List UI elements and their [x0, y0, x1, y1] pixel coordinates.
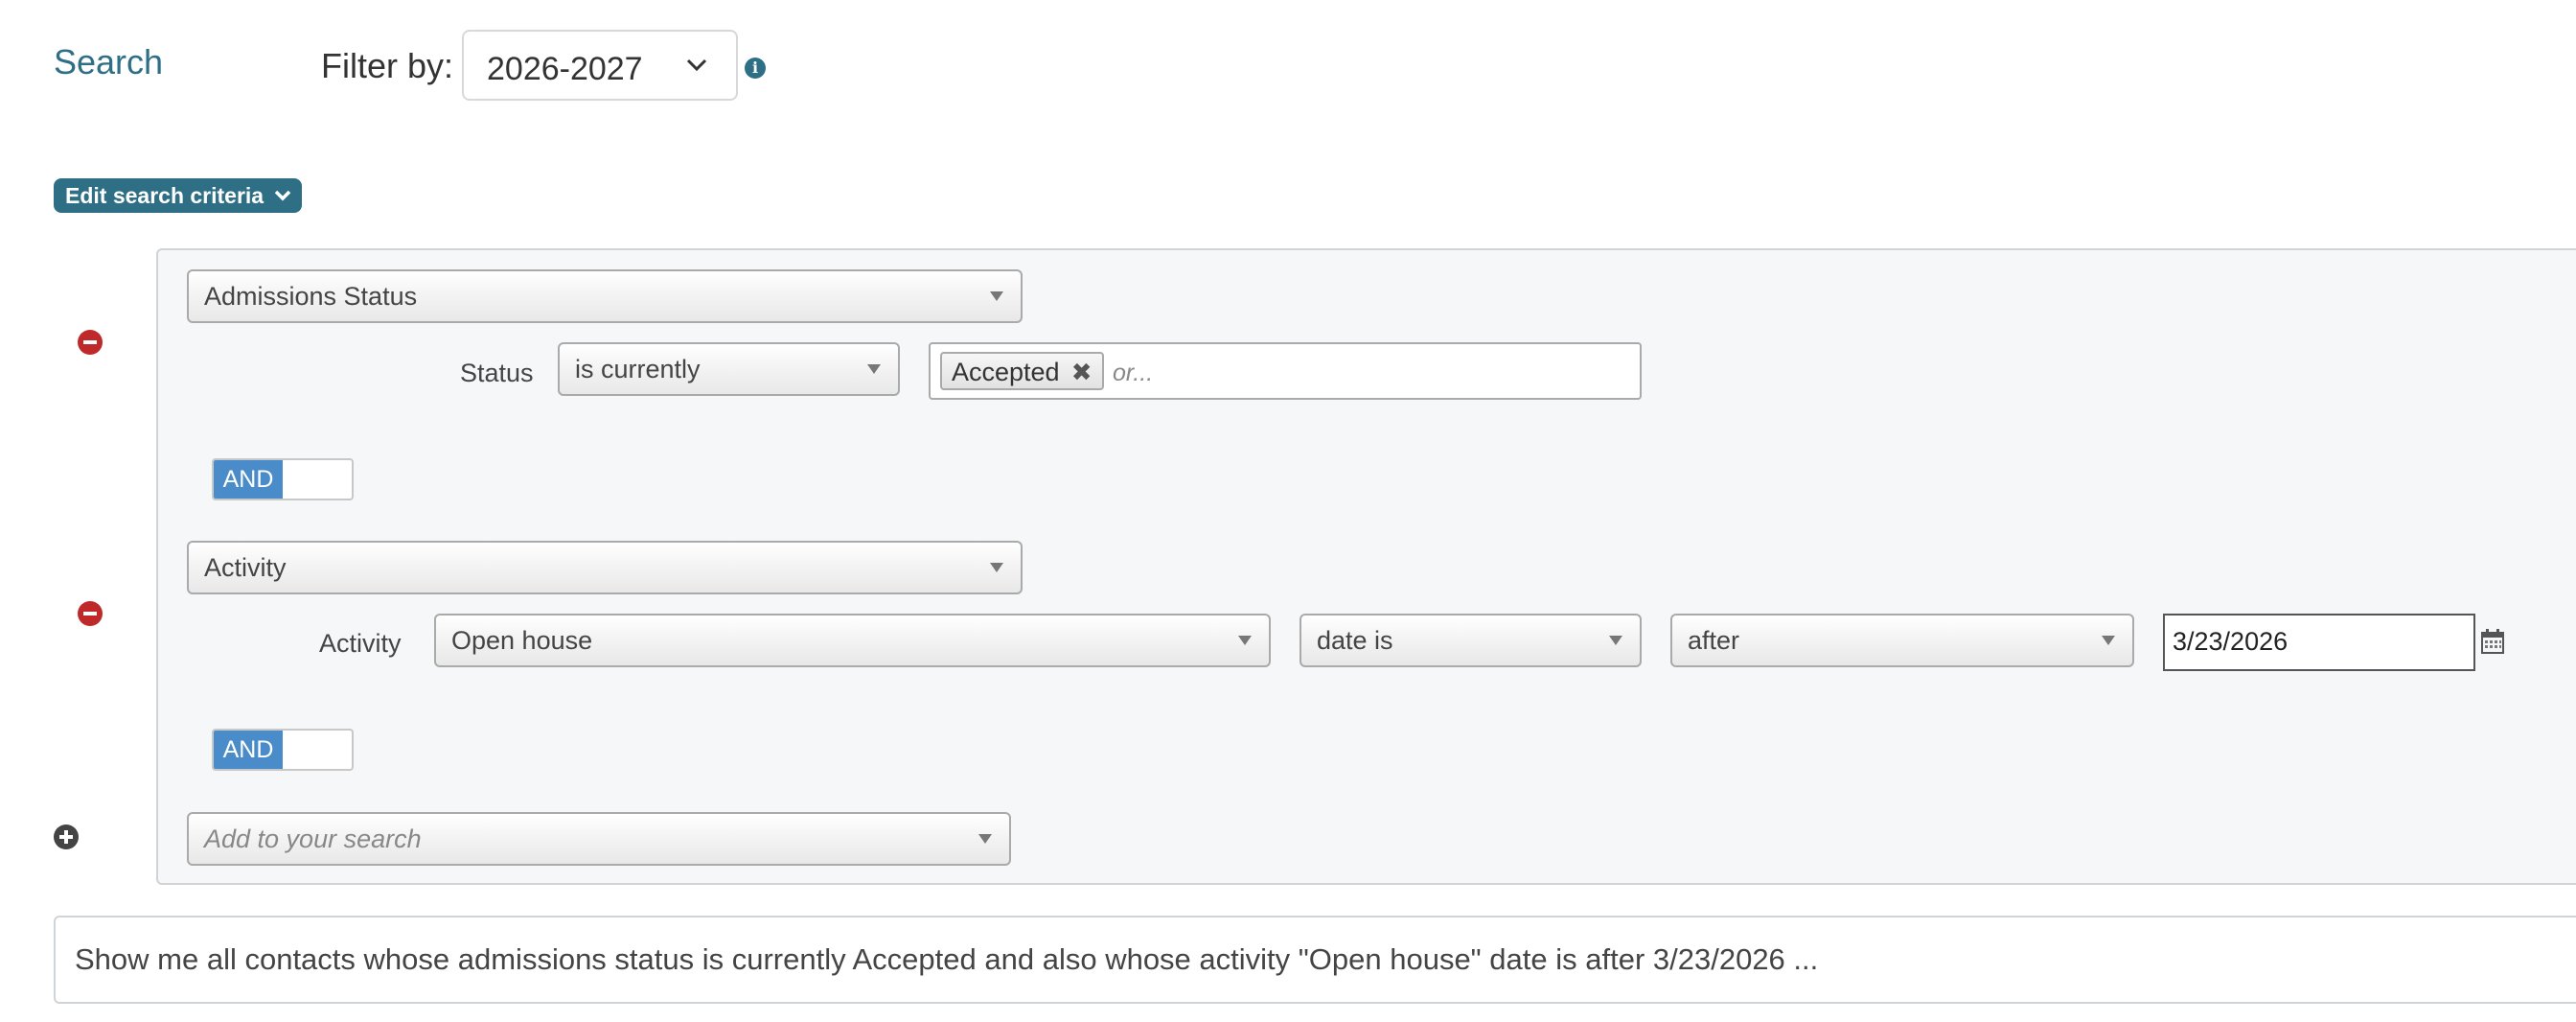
edit-search-criteria-label: Edit search criteria: [65, 183, 264, 208]
year-filter-value: 2026-2027: [487, 51, 643, 87]
criterion-field-select[interactable]: Activity: [187, 541, 1023, 594]
calendar-icon[interactable]: [2481, 629, 2504, 654]
dropdown-caret-icon: [1609, 636, 1622, 645]
info-icon[interactable]: i: [745, 58, 766, 79]
dropdown-caret-icon: [990, 563, 1003, 572]
and-toggle-label: AND: [214, 460, 283, 499]
and-or-toggle[interactable]: AND: [212, 458, 354, 500]
chevron-down-icon: [274, 190, 291, 201]
remove-criterion-icon[interactable]: [78, 330, 103, 355]
activity-value: Open house: [451, 626, 593, 655]
activity-label: Activity: [319, 629, 402, 658]
edit-search-criteria-button[interactable]: Edit search criteria: [54, 178, 303, 213]
comparison-value: after: [1688, 626, 1740, 655]
tag-label: Accepted: [952, 358, 1060, 386]
comparison-select[interactable]: after: [1670, 614, 2134, 667]
status-operator-value: is currently: [575, 355, 701, 383]
year-filter-select[interactable]: 2026-2027: [462, 30, 738, 101]
filter-label: Filter by:: [321, 46, 454, 85]
criterion-field-value: Activity: [204, 553, 287, 582]
page-title: Search: [54, 42, 164, 81]
add-criterion-select[interactable]: Add to your search: [187, 812, 1011, 866]
and-or-toggle[interactable]: AND: [212, 729, 354, 771]
tag-remove-icon[interactable]: ✖: [1071, 358, 1092, 387]
date-input[interactable]: 3/23/2026: [2163, 614, 2475, 671]
remove-criterion-icon[interactable]: [78, 601, 103, 626]
add-criterion-icon[interactable]: [54, 825, 79, 849]
search-summary: Show me all contacts whose admissions st…: [54, 916, 2576, 1004]
status-values-input[interactable]: Accepted ✖ or...: [929, 342, 1642, 400]
criterion-field-select[interactable]: Admissions Status: [187, 269, 1023, 323]
dropdown-caret-icon: [990, 291, 1003, 301]
status-operator-select[interactable]: is currently: [558, 342, 900, 396]
dropdown-caret-icon: [978, 834, 992, 844]
dropdown-caret-icon: [867, 364, 881, 374]
criterion-field-value: Admissions Status: [204, 282, 418, 311]
selected-status-tag: Accepted ✖: [940, 352, 1104, 390]
activity-select[interactable]: Open house: [434, 614, 1271, 667]
dropdown-caret-icon: [1238, 636, 1252, 645]
date-operator-value: date is: [1317, 626, 1393, 655]
tag-input-placeholder[interactable]: or...: [1113, 360, 1153, 387]
status-label: Status: [460, 359, 534, 387]
and-toggle-label: AND: [214, 731, 283, 769]
chevron-down-icon: [686, 58, 707, 72]
add-criterion-placeholder: Add to your search: [204, 825, 422, 853]
dropdown-caret-icon: [2102, 636, 2115, 645]
date-operator-select[interactable]: date is: [1300, 614, 1642, 667]
